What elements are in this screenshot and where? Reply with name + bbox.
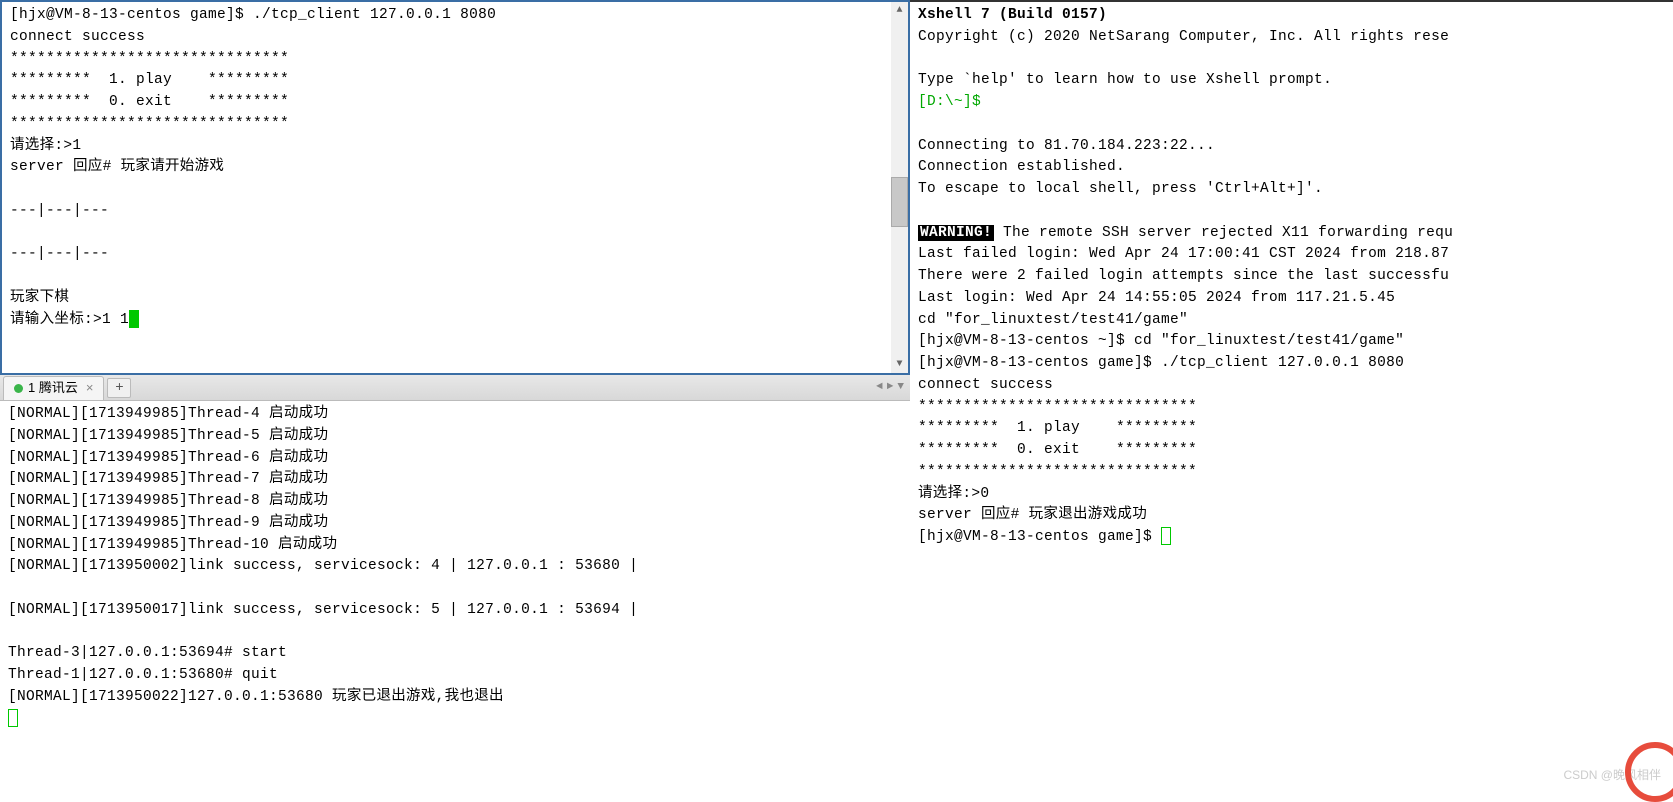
line: Thread-1|127.0.0.1:53680# quit [8,667,278,683]
cursor-icon [129,310,139,328]
line: [NORMAL][1713949985]Thread-4 启动成功 [8,406,328,422]
cursor-icon [1161,527,1171,545]
menu-exit-line: ********* 0. exit ********* [918,442,1197,458]
line: ******************************* [10,116,289,132]
terminal-pane-bottom-left[interactable]: [NORMAL][1713949985]Thread-4 启动成功 [NORMA… [0,401,910,790]
xshell-title: Xshell 7 (Build 0157) [918,7,1107,23]
add-tab-button[interactable]: + [107,378,131,398]
line: ******************************* [10,51,289,67]
line: [NORMAL][1713950002]link success, servic… [8,558,638,574]
status-dot-icon [14,384,23,393]
line: [NORMAL][1713950022]127.0.0.1:53680 玩家已退… [8,689,504,705]
run-cmd-line: [hjx@VM-8-13-centos game]$ ./tcp_client … [918,355,1404,371]
line: [NORMAL][1713950017]link success, servic… [8,602,638,618]
terminal-output-top-left: [hjx@VM-8-13-centos game]$ ./tcp_client … [2,2,908,334]
line: [NORMAL][1713949985]Thread-6 启动成功 [8,450,328,466]
failed-attempts-line: There were 2 failed login attempts since… [918,268,1449,284]
line: Thread-3|127.0.0.1:53694# start [8,645,287,661]
server-response-line: server 回应# 玩家退出游戏成功 [918,507,1147,523]
stars-line: ******************************* [918,464,1197,480]
corner-decoration-icon [1625,742,1673,802]
local-prompt: [D:\~]$ [918,94,981,110]
help-line: Type `help' to learn how to use Xshell p… [918,72,1332,88]
warning-text: The remote SSH server rejected X11 forwa… [994,225,1453,241]
tab-dropdown-icon[interactable]: ▼ [897,379,904,396]
terminal-pane-top-left[interactable]: [hjx@VM-8-13-centos game]$ ./tcp_client … [0,0,910,375]
last-login-line: Last login: Wed Apr 24 14:55:05 2024 fro… [918,290,1395,306]
tab-tencent-cloud[interactable]: 1 腾讯云 × [3,376,104,400]
copyright-line: Copyright (c) 2020 NetSarang Computer, I… [918,29,1449,45]
tab-label: 1 腾讯云 [28,378,78,398]
line: ********* 1. play ********* [10,72,289,88]
cursor-icon [8,709,18,727]
line: 请选择:>1 [10,138,81,154]
last-failed-line: Last failed login: Wed Apr 24 17:00:41 C… [918,246,1449,262]
scroll-down-icon[interactable]: ▼ [891,356,908,373]
tab-next-icon[interactable]: ► [887,379,894,396]
line: [hjx@VM-8-13-centos game]$ ./tcp_client … [10,7,496,23]
line: server 回应# 玩家请开始游戏 [10,159,224,175]
line: 玩家下棋 [10,290,69,306]
final-prompt-line: [hjx@VM-8-13-centos game]$ [918,529,1161,545]
tab-prev-icon[interactable]: ◄ [876,379,883,396]
line: ********* 0. exit ********* [10,94,289,110]
warning-badge: WARNING! [918,225,994,241]
scroll-up-icon[interactable]: ▲ [891,2,908,19]
established-line: Connection established. [918,159,1125,175]
line: connect success [10,29,145,45]
escape-line: To escape to local shell, press 'Ctrl+Al… [918,181,1323,197]
menu-play-line: ********* 1. play ********* [918,420,1197,436]
line: [NORMAL][1713949985]Thread-8 启动成功 [8,493,328,509]
choice-line: 请选择:>0 [918,486,989,502]
line: 请输入坐标:>1 1 [10,312,129,328]
tab-bar: 1 腾讯云 × + ◄ ► ▼ [0,375,910,401]
line: [NORMAL][1713949985]Thread-5 启动成功 [8,428,328,444]
stars-line: ******************************* [918,399,1197,415]
scrollbar-vertical[interactable]: ▲ ▼ [891,2,908,373]
line: [NORMAL][1713949985]Thread-9 启动成功 [8,515,328,531]
connecting-line: Connecting to 81.70.184.223:22... [918,138,1215,154]
line: [NORMAL][1713949985]Thread-7 启动成功 [8,471,328,487]
connect-success-line: connect success [918,377,1053,393]
tab-nav-arrows: ◄ ► ▼ [876,379,910,396]
line: [NORMAL][1713949985]Thread-10 启动成功 [8,537,337,553]
close-icon[interactable]: × [86,378,94,398]
scrollbar-thumb[interactable] [891,177,908,227]
line: ---|---|--- [10,203,109,219]
cd-echo-line: cd "for_linuxtest/test41/game" [918,312,1188,328]
cd-cmd-line: [hjx@VM-8-13-centos ~]$ cd "for_linuxtes… [918,333,1404,349]
line: ---|---|--- [10,246,109,262]
terminal-pane-right[interactable]: Xshell 7 (Build 0157) Copyright (c) 2020… [910,2,1673,790]
